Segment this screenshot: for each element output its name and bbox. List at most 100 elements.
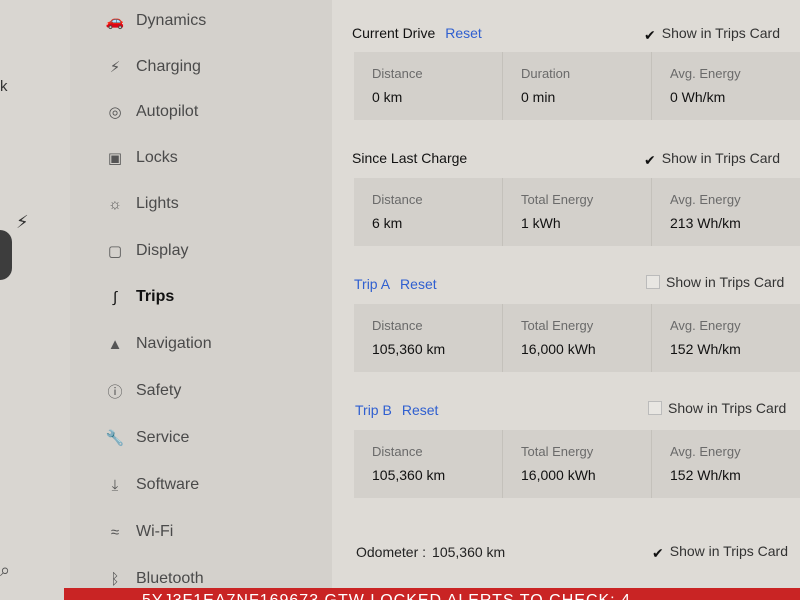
stat-value: 152 Wh/km [670,467,741,483]
stat-value: 152 Wh/km [670,341,741,357]
bolt-icon: ⚡ [109,59,121,76]
sidebar-item-software[interactable]: ⤓ Software [104,470,199,500]
sidebar-item-label: Wi-Fi [136,523,174,540]
checkmark-icon: ✔ [644,27,656,43]
stat-value: 0 Wh/km [670,89,726,105]
sidebar-item-label: Safety [136,382,182,399]
trip-a-reset-link[interactable]: Reset [400,276,437,292]
stat-caption: Avg. Energy [670,66,741,81]
download-icon: ⤓ [111,476,119,494]
checkbox-label: Show in Trips Card [668,400,787,416]
stat-cell: Distance 105,360 km [354,304,502,372]
sidebar-item-label: Dynamics [136,12,207,29]
sun-icon: ☼ [108,195,122,213]
trip-b-card: Distance 105,360 km Total Energy 16,000 … [354,430,800,498]
sidebar-item-label: Trips [136,288,175,305]
checkbox-icon [646,275,660,289]
stat-cell: Total Energy 16,000 kWh [502,430,651,498]
sidebar-item-lights[interactable]: ☼ Lights [104,189,179,219]
trip-a-title[interactable]: Trip A [354,276,390,292]
stat-value: 213 Wh/km [670,215,741,231]
sidebar-item-safety[interactable]: ⓘ Safety [104,376,181,406]
stat-cell: Distance 6 km [354,178,502,246]
stat-caption: Total Energy [521,192,594,207]
stat-cell: Total Energy 1 kWh [502,178,651,246]
sidebar-item-charging[interactable]: ⚡ Charging [104,52,201,82]
stat-caption: Distance [372,192,423,207]
stat-caption: Avg. Energy [670,192,741,207]
sidebar-item-display[interactable]: ▢ Display [104,236,189,266]
safety-icon: ⓘ [107,383,123,401]
sidebar-item-label: Charging [136,58,201,75]
stat-cell: Avg. Energy 213 Wh/km [651,178,800,246]
sidebar-item-label: Navigation [136,335,212,352]
current-drive-header: Current Drive Reset [352,25,482,41]
charging-bolt-icon: ⚡ [16,212,29,232]
alert-status-bar[interactable]: 5YJ3F1EA7NF169673 GTW LOCKED ALERTS TO C… [64,588,800,600]
wifi-icon: ≈ [110,523,120,541]
lock-icon: ▣ [107,150,123,167]
sidebar-item-label: Locks [136,149,178,166]
stat-cell: Duration 0 min [502,52,651,120]
trip-b-reset-link[interactable]: Reset [402,402,439,418]
checkmark-icon: ✔ [644,152,656,168]
checkbox-label: Show in Trips Card [669,543,789,559]
trip-a-show-checkbox[interactable]: Show in Trips Card [646,274,784,290]
current-drive-show-checkbox[interactable]: ✔ Show in Trips Card [644,25,780,44]
checkbox-label: Show in Trips Card [666,274,785,290]
car-dynamics-icon: 🚗 [105,13,125,30]
checkbox-label: Show in Trips Card [661,150,781,166]
trip-b-show-checkbox[interactable]: Show in Trips Card [648,400,786,416]
display-icon: ▢ [107,243,123,260]
stat-cell: Distance 105,360 km [354,430,502,498]
stat-cell: Avg. Energy 0 Wh/km [651,52,800,120]
since-last-charge-show-checkbox[interactable]: ✔ Show in Trips Card [644,150,780,169]
odometer-label: Odometer : [356,544,427,560]
sidebar-item-navigation[interactable]: ▲ Navigation [104,329,212,359]
steering-wheel-icon: ◎ [108,104,122,121]
sidebar-item-label: Software [136,476,200,493]
trips-panel: Current Drive Reset ✔ Show in Trips Card D… [332,0,800,600]
sidebar-item-autopilot[interactable]: ◎ Autopilot [104,97,198,127]
sidebar-item-label: Bluetooth [136,570,204,587]
trip-a-header: Trip A Reset [354,276,437,292]
trip-b-header: Trip B Reset [355,402,438,418]
stat-value: 105,360 km [372,341,446,357]
section-title: Current Drive [352,25,436,41]
stat-caption: Total Energy [521,444,594,459]
sidebar-item-service[interactable]: 🔧 Service [104,423,190,453]
search-icon[interactable]: ⌕ [0,560,10,581]
stat-value: 16,000 kWh [521,341,596,357]
stat-cell: Total Energy 16,000 kWh [502,304,651,372]
section-title: Since Last Charge [352,150,468,166]
stat-value: 16,000 kWh [521,467,596,483]
stat-value: 0 min [521,89,556,105]
checkmark-icon: ✔ [652,545,664,561]
since-last-charge-card: Distance 6 km Total Energy 1 kWh Avg. En… [354,178,800,246]
odometer-value: 105,360 km [432,544,506,560]
navigation-arrow-icon: ▲ [107,335,123,353]
current-drive-reset-link[interactable]: Reset [445,25,482,41]
sidebar-item-wifi[interactable]: ≈ Wi-Fi [104,517,173,547]
edge-partial-text: k [0,78,8,95]
sidebar-item-label: Autopilot [136,103,199,120]
map-edge: k ⚡ ⌕ [0,0,70,600]
since-last-charge-header: Since Last Charge [352,150,467,166]
checkbox-label: Show in Trips Card [661,25,781,41]
trip-b-title[interactable]: Trip B [355,402,392,418]
stat-caption: Avg. Energy [670,318,741,333]
sidebar-item-dynamics[interactable]: 🚗 Dynamics [104,6,207,36]
stat-cell: Avg. Energy 152 Wh/km [651,304,800,372]
stat-cell: Distance 0 km [354,52,502,120]
odometer-show-checkbox[interactable]: ✔ Show in Trips Card [652,543,788,562]
stat-caption: Distance [372,318,423,333]
stat-value: 0 km [372,89,403,105]
alert-text: 5YJ3F1EA7NF169673 GTW LOCKED ALERTS TO C… [142,592,631,600]
stat-caption: Total Energy [521,318,594,333]
car-silhouette [0,230,12,280]
sidebar-item-trips[interactable]: ∫ Trips [104,282,174,312]
stat-value: 105,360 km [372,467,446,483]
sidebar-item-locks[interactable]: ▣ Locks [104,143,178,173]
stat-value: 1 kWh [521,215,561,231]
sidebar-item-label: Service [136,429,190,446]
